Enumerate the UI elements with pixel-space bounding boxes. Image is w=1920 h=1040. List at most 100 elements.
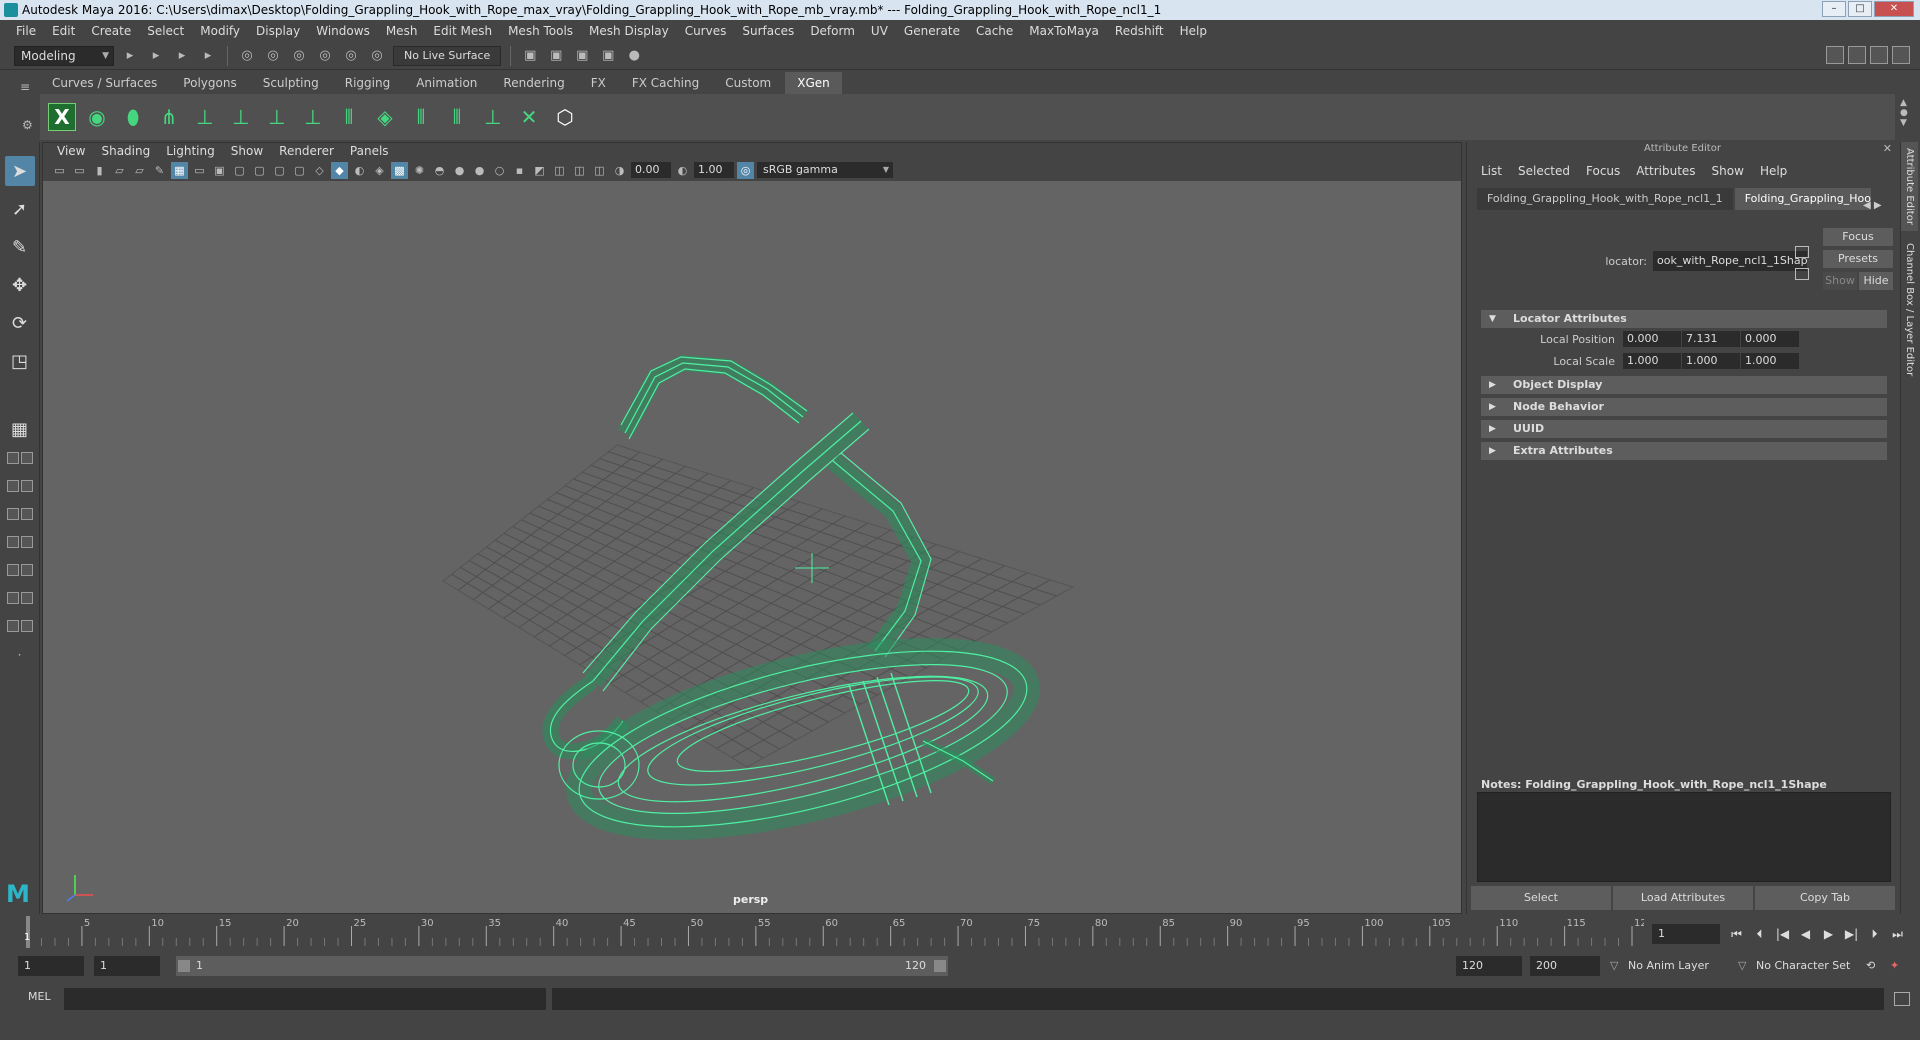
tab-sculpting[interactable]: Sculpting [250, 72, 331, 94]
xgen-bend-icon[interactable]: ⫴ [334, 101, 364, 133]
minimize-button[interactable]: – [1822, 1, 1846, 17]
rotate-tool-icon[interactable]: ⟳ [5, 308, 35, 338]
menu-select[interactable]: Select [139, 20, 192, 42]
safe-title-icon[interactable]: ▢ [291, 162, 308, 179]
render-settings-icon[interactable]: ▣ [572, 46, 592, 66]
tab-custom[interactable]: Custom [713, 72, 784, 94]
layout-two-icon[interactable] [6, 508, 34, 528]
textured-icon[interactable]: ▩ [391, 161, 408, 179]
layout-outliner-icon[interactable] [6, 536, 34, 556]
save-scene-icon[interactable]: ▸ [198, 46, 218, 66]
tab-fx[interactable]: FX [578, 72, 618, 94]
menu-file[interactable]: File [8, 20, 44, 42]
section-node-behavior[interactable]: ▶ Node Behavior [1481, 398, 1887, 416]
vp-menu-view[interactable]: View [49, 143, 93, 159]
menu-deform[interactable]: Deform [802, 20, 863, 42]
anim-layer-arrow-icon[interactable]: ▽ [1606, 956, 1618, 976]
xray-joints-icon[interactable]: ◫ [571, 162, 588, 179]
bookmark-icon[interactable]: ▮ [91, 162, 108, 179]
select-object-icon[interactable]: ◎ [263, 46, 283, 66]
xgen-move-guides-icon[interactable]: ⊥ [190, 101, 220, 133]
xgen-comb-icon[interactable]: ⫴ [442, 101, 472, 133]
ae-menu-list[interactable]: List [1473, 164, 1510, 178]
xgen-guide-length-icon[interactable]: ⊥ [226, 101, 256, 133]
local-scale-y[interactable]: 1.000 [1682, 353, 1740, 369]
auto-key-icon[interactable]: ⟲ [1862, 956, 1875, 976]
menu-surfaces[interactable]: Surfaces [734, 20, 802, 42]
hypershade-icon[interactable]: ▣ [598, 46, 618, 66]
live-surface-field[interactable]: No Live Surface [393, 45, 502, 66]
vp-menu-panels[interactable]: Panels [342, 143, 397, 159]
range-start-handle[interactable] [178, 960, 190, 972]
shadows-icon[interactable]: ◓ [431, 162, 448, 179]
tab-transform-node[interactable]: Folding_Grappling_Hook_with_Rope_ncl1_1 [1477, 188, 1733, 210]
menu-generate[interactable]: Generate [896, 20, 968, 42]
snap-grid-icon[interactable]: ◎ [315, 46, 335, 66]
xgen-lock-icon[interactable]: ⊥ [298, 101, 328, 133]
playback-start-field[interactable]: 1 [94, 956, 160, 976]
move-tool-icon[interactable]: ✥ [5, 270, 35, 300]
menu-cache[interactable]: Cache [968, 20, 1021, 42]
character-set-dropdown[interactable]: No Character Set [1752, 956, 1850, 976]
animation-start-field[interactable]: 1 [18, 956, 84, 976]
mode-dropdown[interactable]: Modeling [14, 45, 114, 66]
xgen-cut-icon[interactable]: ⊥ [478, 101, 508, 133]
xgen-editor-icon[interactable]: X [48, 103, 76, 131]
modeling-toolkit-icon[interactable] [1826, 46, 1844, 64]
maximize-button[interactable]: □ [1848, 1, 1872, 17]
time-slider[interactable]: 5 10 15 20 25 30 35 40 45 50 55 60 65 70 75 80 85 90 95 100… [0, 916, 1920, 950]
xgen-layers-icon[interactable]: ◈ [370, 101, 400, 133]
animation-prefs-icon[interactable]: ✦ [1886, 956, 1899, 976]
isolate-select-icon[interactable]: ◩ [531, 162, 548, 179]
exposure-icon[interactable]: ◑ [611, 162, 628, 179]
lasso-tool-icon[interactable]: ➚ [5, 194, 35, 224]
local-scale-z[interactable]: 1.000 [1741, 353, 1799, 369]
show-button[interactable]: Show [1823, 272, 1857, 290]
local-scale-x[interactable]: 1.000 [1623, 353, 1681, 369]
tab-channel-box[interactable]: Channel Box / Layer Editor [1901, 236, 1918, 383]
section-uuid[interactable]: ▶ UUID [1481, 420, 1887, 438]
xgen-delete-icon[interactable]: ✕ [514, 101, 544, 133]
menu-help[interactable]: Help [1172, 20, 1215, 42]
shelf-scroll-icon[interactable]: ▲ ● ▼ [1900, 98, 1908, 128]
local-position-z[interactable]: 0.000 [1741, 331, 1799, 347]
xgen-sculpt-icon[interactable]: ⫴ [406, 101, 436, 133]
tab-fx-caching[interactable]: FX Caching [619, 72, 712, 94]
render-view-icon[interactable]: ● [624, 46, 644, 66]
local-position-y[interactable]: 7.131 [1682, 331, 1740, 347]
grid-icon[interactable]: ▦ [171, 161, 188, 179]
notes-textarea[interactable] [1477, 792, 1891, 882]
local-position-x[interactable]: 0.000 [1623, 331, 1681, 347]
menu-edit-mesh[interactable]: Edit Mesh [425, 20, 500, 42]
ae-close-icon[interactable]: ✕ [1883, 142, 1892, 156]
script-editor-icon[interactable] [1894, 992, 1910, 1006]
snap-curve-icon[interactable]: ◎ [341, 46, 361, 66]
field-chart-icon[interactable]: ▢ [251, 162, 268, 179]
scale-tool-icon[interactable]: ◳ [5, 346, 35, 376]
layout-four-icon[interactable] [6, 480, 34, 500]
grease-pencil-icon[interactable]: ✎ [151, 162, 168, 179]
current-frame-field[interactable]: 1 [1652, 924, 1720, 944]
camera-attributes-icon[interactable]: ▭ [71, 162, 88, 179]
xgen-rotate-guides-icon[interactable]: ⊥ [262, 101, 292, 133]
copy-tab-button[interactable]: Copy Tab [1755, 886, 1895, 910]
layout-hypershade-icon[interactable] [6, 592, 34, 612]
tab-scroll-arrows-icon[interactable]: ◀ ▶ [1863, 200, 1882, 211]
shelf-menu-icon[interactable]: ≡ [20, 80, 30, 94]
channel-box-toggle-icon[interactable] [1848, 46, 1866, 64]
presets-button[interactable]: Presets [1823, 250, 1893, 268]
new-scene-icon[interactable]: ▸ [146, 46, 166, 66]
snap-point-icon[interactable]: ◎ [367, 46, 387, 66]
xgen-add-guides-icon[interactable]: ⋔ [154, 101, 184, 133]
locator-name-field[interactable]: ook_with_Rope_ncl1_1Shape [1653, 251, 1807, 271]
range-slider[interactable]: 1 120 [176, 956, 948, 976]
use-lights-icon[interactable]: ✺ [411, 162, 428, 179]
timeline-track[interactable]: 5 10 15 20 25 30 35 40 45 50 55 60 65 70 75 80 85 90 95 100… [24, 916, 1644, 948]
go-to-start-icon[interactable]: ⏮ [1728, 924, 1745, 944]
camera-icon[interactable]: ▭ [51, 162, 68, 179]
2d-pan-icon[interactable]: ▱ [131, 162, 148, 179]
menu-modify[interactable]: Modify [192, 20, 248, 42]
gamma-field[interactable]: 1.00 [694, 162, 734, 178]
tab-polygons[interactable]: Polygons [171, 72, 249, 94]
load-attributes-button[interactable]: Load Attributes [1613, 886, 1753, 910]
